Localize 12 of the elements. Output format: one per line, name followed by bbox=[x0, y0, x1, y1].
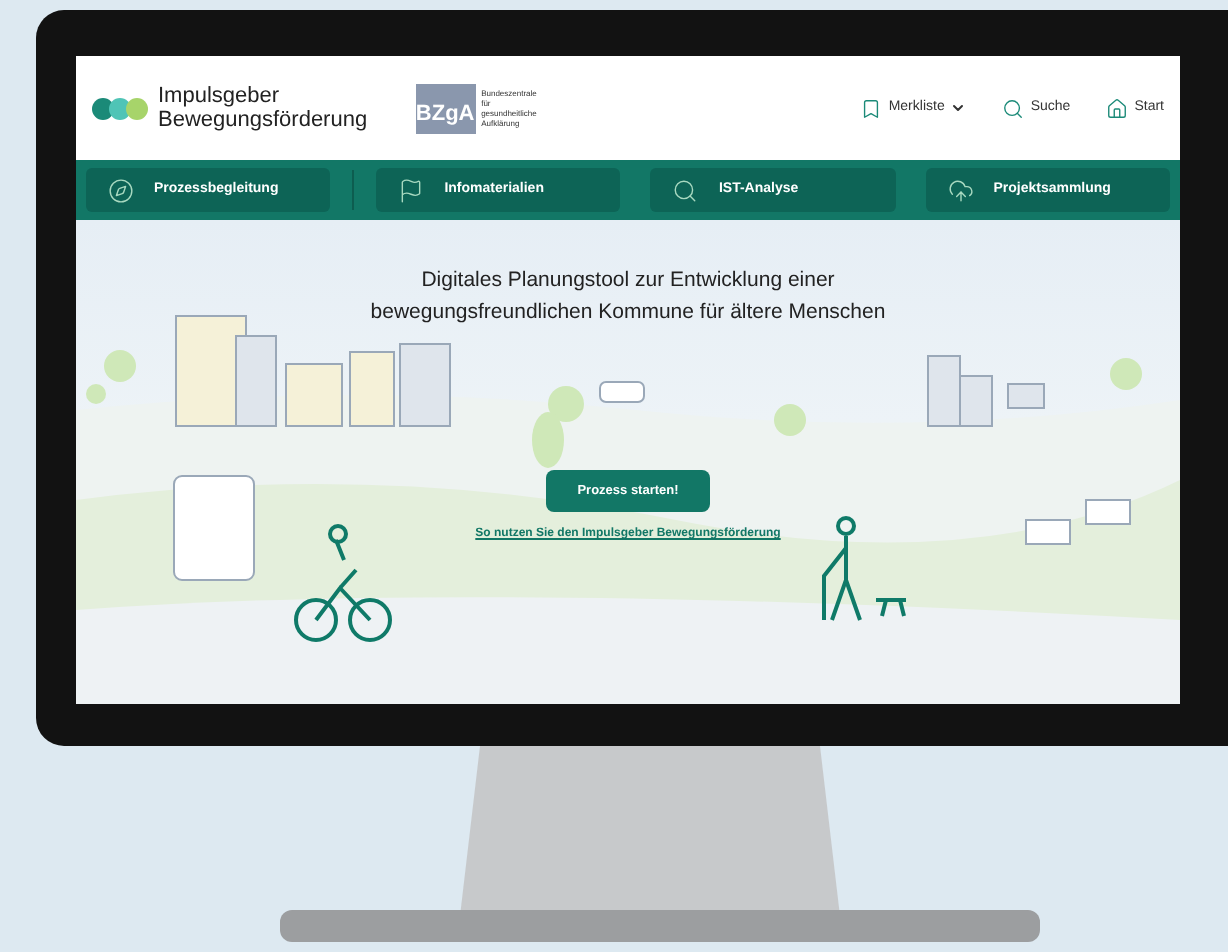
home-icon bbox=[1106, 97, 1129, 119]
logo-circles-icon bbox=[92, 97, 148, 119]
search-icon bbox=[672, 177, 699, 203]
cloud-upload-icon bbox=[947, 177, 974, 203]
bookmark-icon bbox=[860, 97, 883, 119]
flag-icon bbox=[398, 177, 425, 203]
search-icon bbox=[1002, 97, 1025, 119]
compass-icon bbox=[108, 177, 134, 203]
partner-logo-mark: BZgA bbox=[415, 83, 476, 133]
logo-text: Impulsgeber Bewegungsförderung bbox=[158, 84, 368, 132]
caret-icon bbox=[950, 100, 967, 116]
hero-title: Digitales Planungstool zur Entwicklung einer bewegungsfreundlichen Kommune für ältere Menschen bbox=[370, 266, 886, 328]
